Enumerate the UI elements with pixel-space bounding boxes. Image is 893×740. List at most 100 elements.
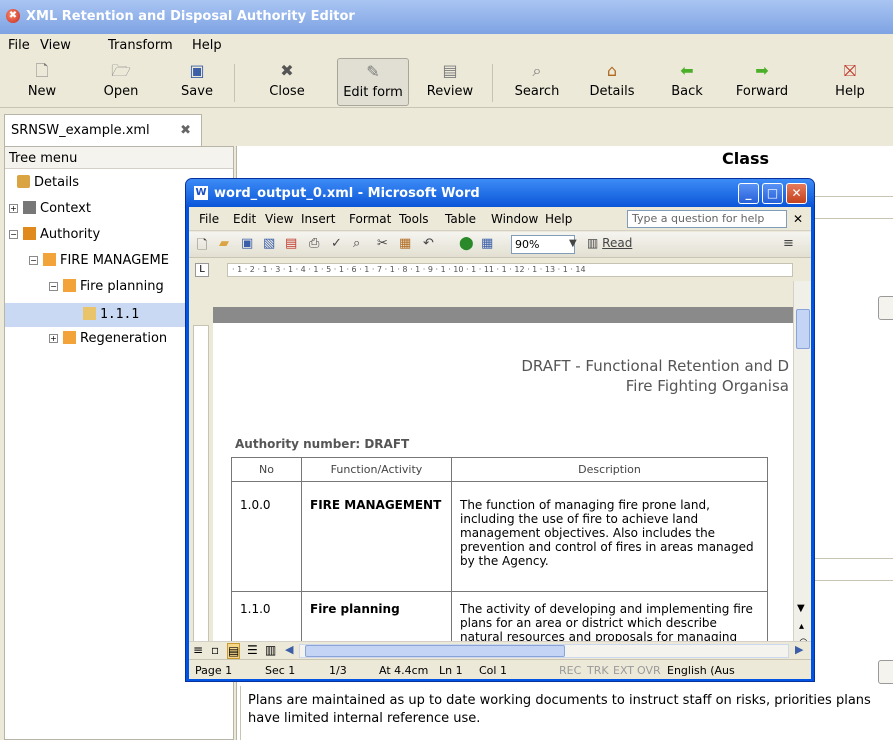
status-rec[interactable]: REC xyxy=(559,664,581,677)
save-button[interactable]: ▣ Save xyxy=(172,58,222,106)
cut-icon[interactable]: ✂ xyxy=(377,236,388,251)
maximize-icon[interactable]: □ xyxy=(762,183,783,204)
spelling-icon[interactable]: ✓ xyxy=(331,236,342,251)
status-at: At 4.4cm xyxy=(379,664,429,677)
print-preview-icon[interactable]: ⎙ xyxy=(309,236,319,251)
menu-file[interactable]: File xyxy=(8,38,30,53)
previous-page-icon[interactable]: ▴ xyxy=(799,621,804,632)
tree-item-fire-planning[interactable]: − Fire planning xyxy=(49,279,164,294)
normal-view-icon[interactable]: ≡ xyxy=(193,643,203,657)
forward-button[interactable]: ➡ Forward xyxy=(728,58,796,106)
research-icon[interactable]: ⌕ xyxy=(353,236,360,251)
horizontal-scrollbar[interactable]: ≡ ▫ ▤ ☰ ▥ ◀ ▶ xyxy=(189,641,811,659)
word-title-bar[interactable]: W word_output_0.xml - Microsoft Word _ □… xyxy=(186,179,814,207)
status-trk[interactable]: TRK xyxy=(587,664,609,677)
word-menu-insert[interactable]: Insert xyxy=(301,212,335,226)
scroll-thumb[interactable] xyxy=(796,309,810,349)
tab-close-icon[interactable]: ✖ xyxy=(180,123,191,138)
home-icon xyxy=(17,175,30,188)
align-icon[interactable]: ≡ xyxy=(783,236,794,251)
divider xyxy=(240,686,241,740)
close-icon[interactable]: ✕ xyxy=(786,183,807,204)
open-folder-icon[interactable]: ▰ xyxy=(219,236,229,251)
zoom-select[interactable]: 90% xyxy=(511,235,575,254)
close-document-icon[interactable]: ✕ xyxy=(793,212,803,226)
tree-item-context[interactable]: + Context xyxy=(9,201,91,216)
status-column: Col 1 xyxy=(479,664,507,677)
document-tab[interactable]: SRNSW_example.xml ✖ xyxy=(4,114,202,146)
table-row: 1.0.0 FIRE MANAGEMENT The function of ma… xyxy=(231,481,768,592)
close-button[interactable]: ✖ Close xyxy=(262,58,312,106)
scroll-down-icon[interactable]: ▼ xyxy=(797,603,805,614)
status-ovr[interactable]: OVR xyxy=(637,664,661,677)
details-button[interactable]: ⌂ Details xyxy=(584,58,640,106)
permission-icon[interactable]: ▧ xyxy=(263,236,275,251)
save-icon[interactable]: ▣ xyxy=(241,236,253,251)
tree-item-fire-management[interactable]: − FIRE MANAGEME xyxy=(29,253,169,268)
word-menu-help[interactable]: Help xyxy=(545,212,572,226)
draft-title-line2: Fire Fighting Organisa xyxy=(625,377,789,395)
expand-icon[interactable]: + xyxy=(49,334,58,343)
new-button[interactable]: 🗋 New xyxy=(22,58,62,106)
function-icon xyxy=(43,253,56,266)
hyperlink-icon[interactable]: ⬤ xyxy=(459,236,474,251)
help-button[interactable]: ⛝ Help xyxy=(826,58,874,106)
side-button[interactable] xyxy=(878,296,893,320)
word-menu-tools[interactable]: Tools xyxy=(399,212,429,226)
word-menu-format[interactable]: Format xyxy=(349,212,391,226)
collapse-icon[interactable]: − xyxy=(29,256,38,265)
menu-transform[interactable]: Transform xyxy=(108,38,173,53)
app-title: XML Retention and Disposal Authority Edi… xyxy=(26,9,355,24)
collapse-icon[interactable]: − xyxy=(49,282,58,291)
expand-icon[interactable]: + xyxy=(9,204,18,213)
word-menu-edit[interactable]: Edit xyxy=(233,212,256,226)
side-button[interactable] xyxy=(878,660,893,684)
help-question-input[interactable]: Type a question for help xyxy=(627,210,787,228)
tree-item-authority[interactable]: − Authority xyxy=(9,227,100,242)
back-button[interactable]: ⬅ Back xyxy=(664,58,710,106)
scroll-left-icon[interactable]: ◀ xyxy=(285,643,293,656)
collapse-icon[interactable]: − xyxy=(9,230,18,239)
disposal-table: No Function/Activity Description 1.0.0 F… xyxy=(231,457,768,665)
word-menu-file[interactable]: File xyxy=(199,212,219,226)
paste-icon[interactable]: ▦ xyxy=(399,236,411,251)
status-ext[interactable]: EXT xyxy=(613,664,634,677)
tree-item-regeneration[interactable]: + Regeneration xyxy=(49,331,167,346)
tab-selector-icon[interactable]: L xyxy=(195,263,209,277)
web-view-icon[interactable]: ▫ xyxy=(211,643,219,657)
toolbar-separator xyxy=(492,64,493,102)
reading-view-icon[interactable]: ▥ xyxy=(265,643,276,657)
ruler-scale[interactable]: · 1 · 2 · 1 · 3 · 1 · 4 · 1 · 5 · 1 · 6 … xyxy=(227,263,793,277)
word-menu-table[interactable]: Table xyxy=(445,212,476,226)
edit-form-button[interactable]: ✎ Edit form xyxy=(337,58,409,106)
print-icon[interactable]: ▤ xyxy=(285,236,297,251)
minimize-icon[interactable]: _ xyxy=(738,183,759,204)
read-button[interactable]: ▥ Read xyxy=(587,236,632,250)
horizontal-scroll-thumb[interactable] xyxy=(305,645,565,657)
review-button[interactable]: ▤ Review xyxy=(420,58,480,106)
menu-view[interactable]: View xyxy=(40,38,71,53)
menu-help[interactable]: Help xyxy=(192,38,222,53)
undo-icon[interactable]: ↶ xyxy=(423,236,434,251)
word-menu-window[interactable]: Window xyxy=(491,212,538,226)
print-layout-view-icon[interactable]: ▤ xyxy=(227,643,241,659)
outline-view-icon[interactable]: ☰ xyxy=(247,643,258,657)
activity-icon xyxy=(63,279,76,292)
document-tab-strip: SRNSW_example.xml ✖ xyxy=(0,110,893,146)
chevron-down-icon[interactable]: ▼ xyxy=(569,238,577,249)
open-button[interactable]: 🗁 Open xyxy=(96,58,146,106)
word-toolbar: 🗋 ▰ ▣ ▧ ▤ ⎙ ✓ ⌕ ✂ ▦ ↶ ⬤ ▦ 90% ▼ ▥ Read ≡ xyxy=(189,232,811,258)
help-icon: ⛝ xyxy=(843,61,857,80)
table-icon[interactable]: ▦ xyxy=(481,236,493,251)
tree-item-details[interactable]: Details xyxy=(17,175,79,190)
status-language: English (Aus xyxy=(667,664,735,677)
vertical-scrollbar[interactable]: ▼ ▴ ○ ▾ xyxy=(793,281,811,673)
scroll-right-icon[interactable]: ▶ xyxy=(795,643,803,656)
edit-form-icon: ✎ xyxy=(366,62,380,81)
search-button[interactable]: ⌕ Search xyxy=(507,58,567,106)
document-page[interactable]: DRAFT - Functional Retention and D Fire … xyxy=(213,307,793,665)
context-icon xyxy=(23,201,36,214)
word-menu-view[interactable]: View xyxy=(265,212,293,226)
new-doc-icon[interactable]: 🗋 xyxy=(197,236,207,258)
plans-description[interactable]: Plans are maintained as up to date worki… xyxy=(248,692,893,728)
